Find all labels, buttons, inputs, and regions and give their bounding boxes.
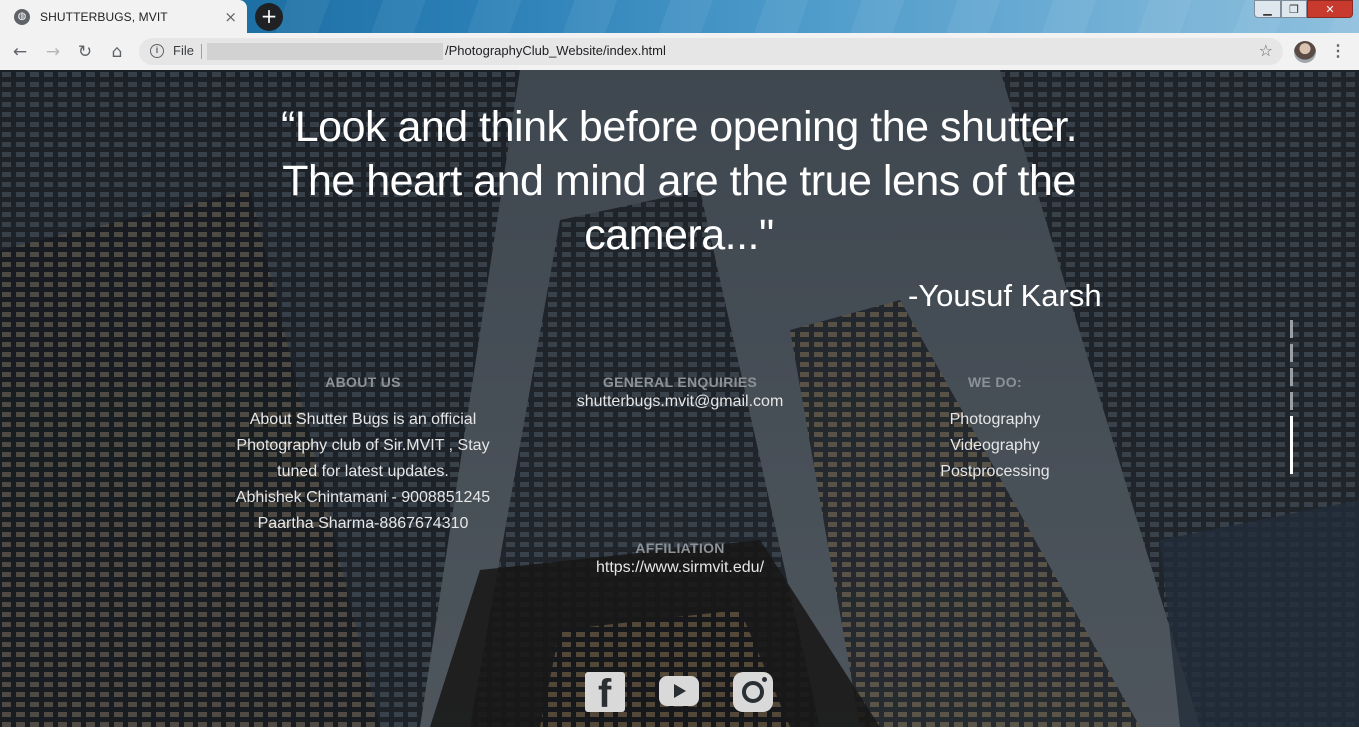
close-tab-icon[interactable]: × bbox=[224, 8, 237, 26]
pager-dot[interactable] bbox=[1290, 344, 1293, 362]
close-window-button[interactable]: ✕ bbox=[1307, 0, 1353, 18]
profile-avatar[interactable] bbox=[1294, 41, 1316, 63]
address-divider bbox=[201, 44, 202, 59]
facebook-glyph: f bbox=[598, 672, 612, 716]
we-do-heading: WE DO: bbox=[968, 374, 1022, 390]
pager-dot[interactable] bbox=[1290, 320, 1293, 338]
tab-title: SHUTTERBUGS, MVIT bbox=[40, 9, 168, 24]
about-section: ABOUT US About Shutter Bugs is an offici… bbox=[228, 374, 498, 537]
contact-line: Paartha Sharma-8867674310 bbox=[257, 515, 469, 532]
youtube-icon[interactable] bbox=[659, 676, 699, 706]
service-item: Videography bbox=[950, 437, 1040, 454]
about-line: tuned for latest updates. bbox=[277, 463, 449, 480]
redacted-path bbox=[207, 43, 443, 60]
camera-flash-glyph bbox=[762, 677, 767, 682]
enquiries-section: GENERAL ENQUIRIES shutterbugs.mvit@gmail… bbox=[550, 374, 810, 413]
we-do-section: WE DO: Photography Videography Postproce… bbox=[905, 374, 1085, 485]
contact-line: Abhishek Chintamani - 9008851245 bbox=[235, 489, 491, 506]
section-pager bbox=[1290, 320, 1295, 480]
scheme-label: File bbox=[173, 43, 194, 58]
new-tab-button[interactable]: + bbox=[255, 3, 283, 31]
about-line: Photography club of Sir.MVIT , Stay bbox=[236, 437, 490, 454]
about-line: About Shutter Bugs is an official bbox=[249, 411, 477, 428]
pager-dot[interactable] bbox=[1290, 368, 1293, 386]
forward-arrow-icon[interactable]: → bbox=[41, 40, 65, 64]
camera-lens-glyph bbox=[742, 681, 764, 703]
pager-dot-active[interactable] bbox=[1290, 416, 1293, 474]
affiliation-link[interactable]: https://www.sirmvit.edu/ bbox=[550, 557, 810, 579]
facebook-icon[interactable]: f bbox=[585, 672, 625, 716]
address-bar[interactable]: i File /PhotographyClub_Website/index.ht… bbox=[139, 38, 1283, 65]
service-item: Photography bbox=[949, 411, 1041, 428]
instagram-icon[interactable] bbox=[733, 672, 773, 712]
quote-author: -Yousuf Karsh bbox=[908, 278, 1102, 313]
reload-icon[interactable]: ↻ bbox=[73, 40, 97, 64]
hero-quote: “Look and think before opening the shutt… bbox=[280, 103, 1078, 259]
globe-icon: ◍ bbox=[14, 8, 30, 25]
play-glyph bbox=[674, 684, 686, 698]
we-do-list: Photography Videography Postprocessing bbox=[905, 407, 1085, 485]
back-arrow-icon[interactable]: ← bbox=[8, 40, 32, 64]
about-text: About Shutter Bugs is an official Photog… bbox=[228, 407, 498, 537]
affiliation-heading: AFFILIATION bbox=[635, 540, 725, 556]
bookmark-star-icon[interactable]: ☆ bbox=[1259, 41, 1273, 60]
enquiries-email[interactable]: shutterbugs.mvit@gmail.com bbox=[550, 391, 810, 413]
page-viewport: “Look and think before opening the shutt… bbox=[0, 70, 1359, 727]
minimize-button[interactable]: ▁ bbox=[1254, 0, 1281, 18]
service-item: Postprocessing bbox=[940, 463, 1050, 480]
info-icon[interactable]: i bbox=[150, 44, 164, 58]
browser-toolbar: ← → ↻ ⌂ i File /PhotographyClub_Website/… bbox=[0, 33, 1359, 70]
menu-icon[interactable]: ⋮ bbox=[1330, 40, 1346, 64]
home-icon[interactable]: ⌂ bbox=[105, 40, 129, 64]
about-heading: ABOUT US bbox=[325, 374, 401, 390]
browser-tab[interactable]: ◍ SHUTTERBUGS, MVIT × bbox=[0, 0, 247, 33]
enquiries-heading: GENERAL ENQUIRIES bbox=[602, 374, 758, 390]
url-text[interactable]: /PhotographyClub_Website/index.html bbox=[445, 43, 666, 58]
affiliation-section: AFFILIATION https://www.sirmvit.edu/ bbox=[550, 540, 810, 579]
pager-dot[interactable] bbox=[1290, 392, 1293, 410]
maximize-button[interactable]: ❐ bbox=[1281, 0, 1307, 18]
